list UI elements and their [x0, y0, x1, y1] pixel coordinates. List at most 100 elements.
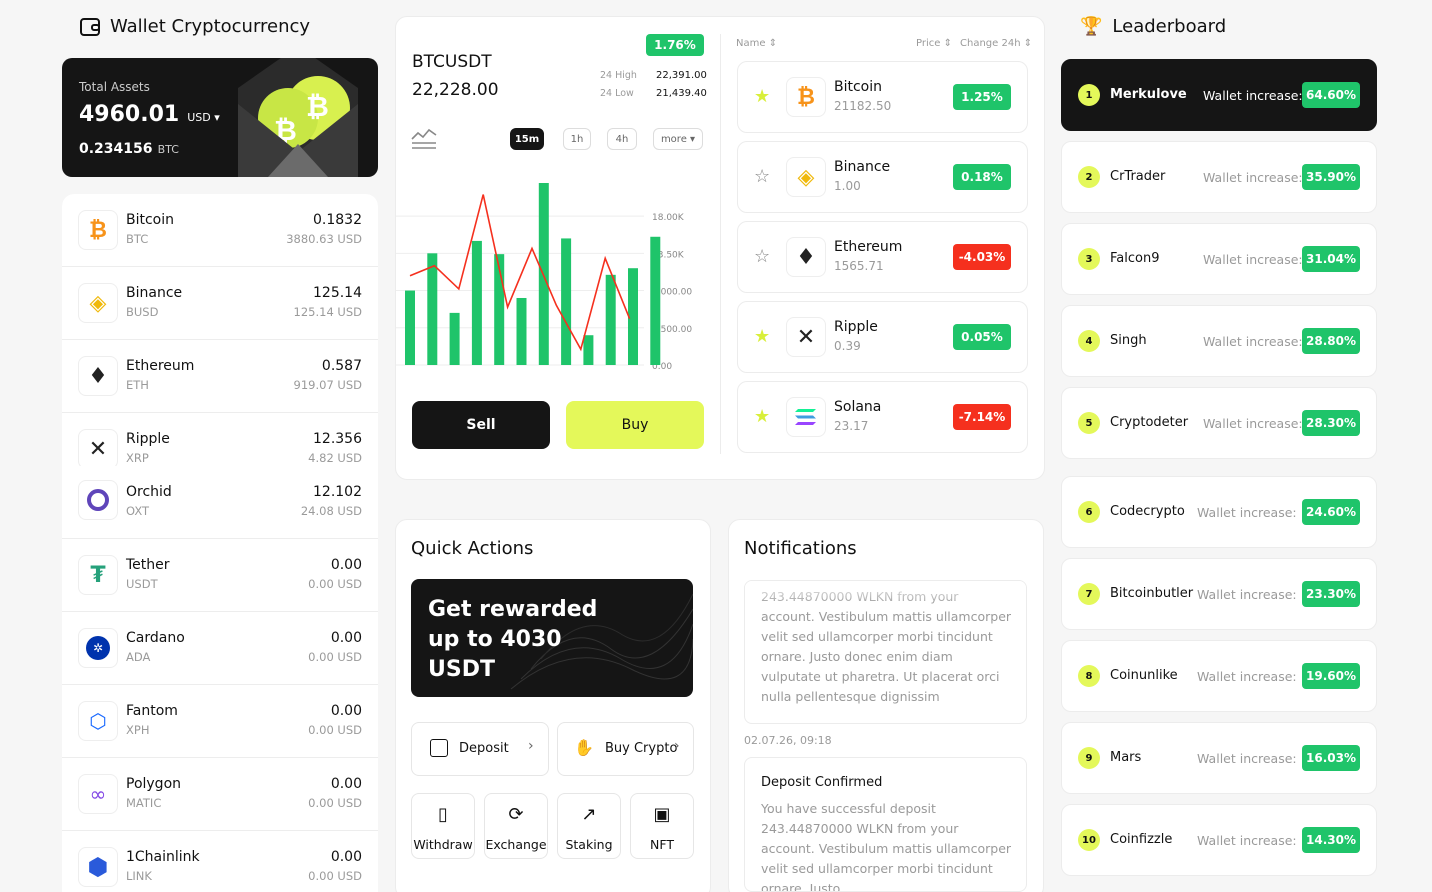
market-row-ethereum[interactable]: ☆ ♦ Ethereum 1565.71 -4.03% — [737, 221, 1028, 293]
leaderboard-row[interactable]: 3 Falcon9 Wallet increase: 31.04% — [1061, 223, 1377, 295]
leader-name: Mars — [1110, 750, 1142, 765]
asset-symbol: OXT — [126, 504, 150, 518]
withdraw-button[interactable]: ▯ Withdraw — [411, 793, 475, 859]
market-price: 21182.50 — [834, 99, 892, 113]
leader-name: Merkulove — [1110, 87, 1187, 102]
asset-row-bitcoin[interactable]: ₿ Bitcoin BTC 0.1832 3880.63 USD — [62, 194, 378, 267]
leaderboard-header: 🏆 Leaderboard — [1080, 16, 1226, 37]
notification-item[interactable]: 243.44870000 WLKN from your account. Ves… — [744, 580, 1027, 724]
market-row-ripple[interactable]: ★ ✕ Ripple 0.39 0.05% — [737, 301, 1028, 373]
wallet-increase-label: Wallet increase: — [1197, 833, 1297, 848]
asset-name: Tether — [126, 557, 170, 573]
leaderboard-row[interactable]: 6 Codecrypto Wallet increase: 24.60% — [1061, 476, 1377, 548]
market-row-binance[interactable]: ☆ ◈ Binance 1.00 0.18% — [737, 141, 1028, 213]
market-name: Bitcoin — [834, 79, 883, 95]
leaderboard-row[interactable]: 8 Coinunlike Wallet increase: 19.60% — [1061, 640, 1377, 712]
rank-badge: 10 — [1078, 829, 1100, 851]
asset-row-tether[interactable]: ₮ Tether USDT 0.00 0.00 USD — [62, 539, 378, 612]
leaderboard-row[interactable]: 10 Coinfizzle Wallet increase: 14.30% — [1061, 804, 1377, 876]
leaderboard-row[interactable]: 4 Singh Wallet increase: 28.80% — [1061, 305, 1377, 377]
market-row-bitcoin[interactable]: ★ ₿ Bitcoin 21182.50 1.25% — [737, 61, 1028, 133]
notification-timestamp: 02.07.26, 09:18 — [744, 734, 832, 747]
promo-banner[interactable]: Get rewarded up to 4030 USDT — [411, 579, 693, 697]
exchange-button[interactable]: ⟳ Exchange — [484, 793, 548, 859]
leader-name: Bitcoinbutler — [1110, 586, 1194, 601]
timeframe-1h[interactable]: 1h — [563, 128, 591, 150]
leader-name: CrTrader — [1110, 169, 1166, 184]
sort-icon: ⇕ — [1023, 38, 1033, 49]
asset-row-fantom[interactable]: ⬡ Fantom XPH 0.00 0.00 USD — [62, 685, 378, 758]
leaderboard-row[interactable]: 7 Bitcoinbutler Wallet increase: 23.30% — [1061, 558, 1377, 630]
rank-badge: 5 — [1078, 412, 1100, 434]
rank-badge: 8 — [1078, 665, 1100, 687]
nft-button[interactable]: ▣ NFT — [630, 793, 694, 859]
ripple-icon: ✕ — [78, 429, 118, 468]
star-filled-icon[interactable]: ★ — [754, 86, 770, 107]
exchange-label: Exchange — [485, 837, 547, 852]
chart-type-icon[interactable] — [411, 127, 437, 149]
leaderboard-row[interactable]: 9 Mars Wallet increase: 16.03% — [1061, 722, 1377, 794]
leaderboard-row[interactable]: 1 Merkulove Wallet increase: 64.60% — [1061, 59, 1377, 131]
notification-item[interactable]: Deposit Confirmed You have successful de… — [744, 757, 1027, 892]
col-header-price[interactable]: Price ⇕ — [916, 38, 952, 49]
deposit-button[interactable]: Deposit › — [411, 722, 549, 776]
leaderboard-row[interactable]: 5 Cryptodeter Wallet increase: 28.30% — [1061, 387, 1377, 459]
staking-button[interactable]: ↗ Staking — [557, 793, 621, 859]
sort-icon: ⇕ — [943, 38, 952, 49]
chart-bar — [561, 238, 572, 365]
timeframe-15m[interactable]: 15m — [510, 128, 544, 150]
buy-button[interactable]: Buy — [566, 401, 704, 449]
sell-button[interactable]: Sell — [412, 401, 550, 449]
timeframe-more[interactable]: more ▾ — [653, 128, 703, 150]
total-assets-value: 4960.01 — [79, 102, 180, 127]
staking-label: Staking — [565, 837, 613, 852]
asset-usd: 0.00 USD — [308, 650, 362, 664]
star-outline-icon[interactable]: ☆ — [754, 246, 770, 267]
ethereum-icon: ♦ — [78, 356, 118, 396]
asset-usd: 0.00 USD — [308, 723, 362, 737]
star-outline-icon[interactable]: ☆ — [754, 166, 770, 187]
asset-row-cardano[interactable]: ✲ Cardano ADA 0.00 0.00 USD — [62, 612, 378, 685]
asset-row-binance[interactable]: ◈ Binance BUSD 125.14 125.14 USD — [62, 267, 378, 340]
buy-crypto-label: Buy Crypto — [605, 741, 678, 756]
wallet-increase-value: 19.60% — [1302, 663, 1360, 689]
market-change: 1.25% — [953, 84, 1011, 110]
withdraw-icon: ▯ — [438, 804, 448, 825]
asset-name: Binance — [126, 285, 183, 301]
asset-row-ethereum[interactable]: ♦ Ethereum ETH 0.587 919.07 USD — [62, 340, 378, 413]
asset-name: 1Chainlink — [126, 849, 200, 865]
btc-value: 0.234156 — [79, 141, 153, 157]
asset-name: Cardano — [126, 630, 185, 646]
wallet-increase-value: 35.90% — [1302, 164, 1360, 190]
star-filled-icon[interactable]: ★ — [754, 326, 770, 347]
asset-symbol: MATIC — [126, 796, 162, 810]
total-assets-card: Total Assets 4960.01 USD ▾ 0.234156 BTC … — [62, 58, 378, 177]
col-header-change[interactable]: Change 24h ⇕ — [960, 38, 1032, 49]
bitcoin-icon: ₿ — [78, 210, 118, 250]
nft-label: NFT — [650, 837, 674, 852]
binance-icon: ◈ — [786, 157, 826, 197]
star-filled-icon[interactable]: ★ — [754, 406, 770, 427]
timeframe-4h[interactable]: 4h — [607, 128, 637, 150]
asset-row-orchid[interactable]: Orchid OXT 12.102 24.08 USD — [62, 466, 378, 539]
market-row-solana[interactable]: ★ Solana 23.17 -7.14% — [737, 381, 1028, 453]
wallet-increase-value: 31.04% — [1302, 246, 1360, 272]
asset-symbol: XPH — [126, 723, 150, 737]
buy-crypto-button[interactable]: ✋ Buy Crypto › — [557, 722, 694, 776]
wallet-header: Wallet Cryptocurrency — [80, 16, 310, 37]
asset-row-ripple[interactable]: ✕ Ripple XRP 12.356 4.82 USD — [62, 413, 378, 468]
trophy-icon: 🏆 — [1080, 16, 1103, 37]
binance-icon: ◈ — [78, 283, 118, 323]
currency-selector[interactable]: USD ▾ — [187, 111, 220, 124]
col-header-name[interactable]: Name ⇕ — [736, 38, 777, 49]
asset-symbol: USDT — [126, 577, 158, 591]
notification-body: You have successful deposit 243.44870000… — [761, 801, 1012, 892]
asset-row-polygon[interactable]: ∞ Polygon MATIC 0.00 0.00 USD — [62, 758, 378, 831]
leaderboard-row[interactable]: 2 CrTrader Wallet increase: 35.90% — [1061, 141, 1377, 213]
asset-name: Bitcoin — [126, 212, 175, 228]
leaderboard-title: Leaderboard — [1112, 16, 1227, 37]
tether-icon: ₮ — [78, 555, 118, 595]
withdraw-label: Withdraw — [413, 837, 473, 852]
solana-icon — [786, 397, 826, 437]
asset-row-chainlink[interactable]: ⬢ 1Chainlink LINK 0.00 0.00 USD — [62, 831, 378, 892]
